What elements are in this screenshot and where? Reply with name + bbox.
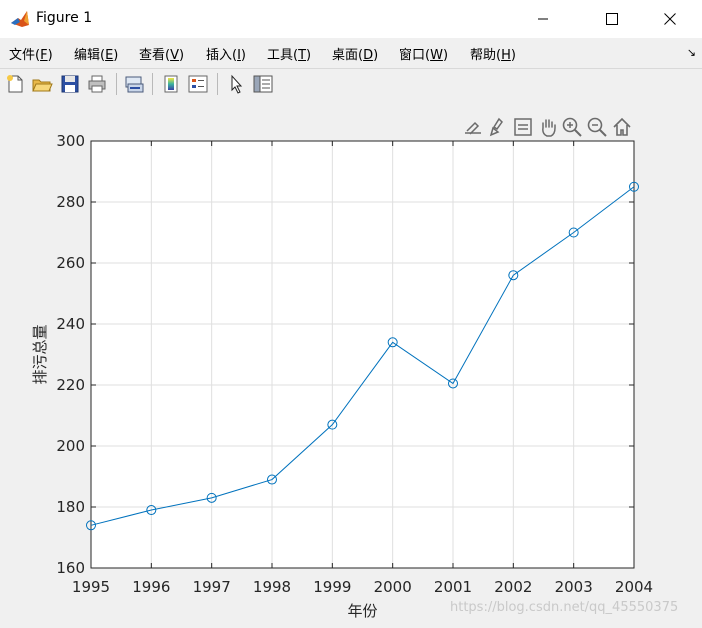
figure-toolbar [0, 68, 702, 102]
export-icon[interactable] [462, 116, 484, 138]
data-tips-icon[interactable] [512, 116, 534, 138]
home-icon[interactable] [611, 116, 633, 138]
new-figure-icon[interactable] [4, 73, 26, 95]
toolbar-separator [152, 73, 153, 95]
pan-icon[interactable] [537, 116, 559, 138]
colorbar-icon[interactable] [160, 73, 182, 95]
close-icon [664, 13, 676, 25]
minimize-button[interactable] [520, 0, 566, 38]
watermark: https://blog.csdn.net/qq_45550375 [450, 600, 679, 615]
title-bar: Figure 1 [0, 0, 702, 38]
legend-icon[interactable] [187, 73, 209, 95]
menu-desktop[interactable]: 桌面(D) [332, 44, 378, 63]
toolbar-separator [116, 73, 117, 95]
menu-insert[interactable]: 插入(I) [206, 44, 246, 63]
close-button[interactable] [647, 0, 693, 38]
minimize-icon [538, 18, 548, 20]
toolbar-separator [217, 73, 218, 95]
link-plot-icon[interactable] [123, 73, 145, 95]
menu-view[interactable]: 查看(V) [139, 44, 184, 63]
open-file-icon[interactable] [31, 73, 53, 95]
matlab-logo-icon [10, 9, 30, 29]
edit-plot-pointer-icon[interactable] [226, 73, 248, 95]
zoom-in-icon[interactable] [561, 116, 583, 138]
window-title: Figure 1 [36, 10, 93, 26]
maximize-button[interactable] [589, 0, 635, 38]
menu-edit[interactable]: 编辑(E) [74, 44, 118, 63]
menu-dock-arrow[interactable]: ↘ [687, 46, 696, 59]
menu-window[interactable]: 窗口(W) [399, 44, 448, 63]
figure-canvas[interactable] [0, 101, 702, 628]
property-inspector-icon[interactable] [252, 73, 274, 95]
print-icon[interactable] [86, 73, 108, 95]
save-icon[interactable] [59, 73, 81, 95]
menu-file[interactable]: 文件(F) [9, 44, 53, 63]
menu-tools[interactable]: 工具(T) [267, 44, 311, 63]
zoom-out-icon[interactable] [586, 116, 608, 138]
menu-help[interactable]: 帮助(H) [470, 44, 516, 63]
brush-icon[interactable] [487, 116, 509, 138]
maximize-icon [606, 13, 618, 25]
menu-bar: 文件(F) 编辑(E) 查看(V) 插入(I) 工具(T) 桌面(D) 窗口(W… [0, 38, 702, 68]
